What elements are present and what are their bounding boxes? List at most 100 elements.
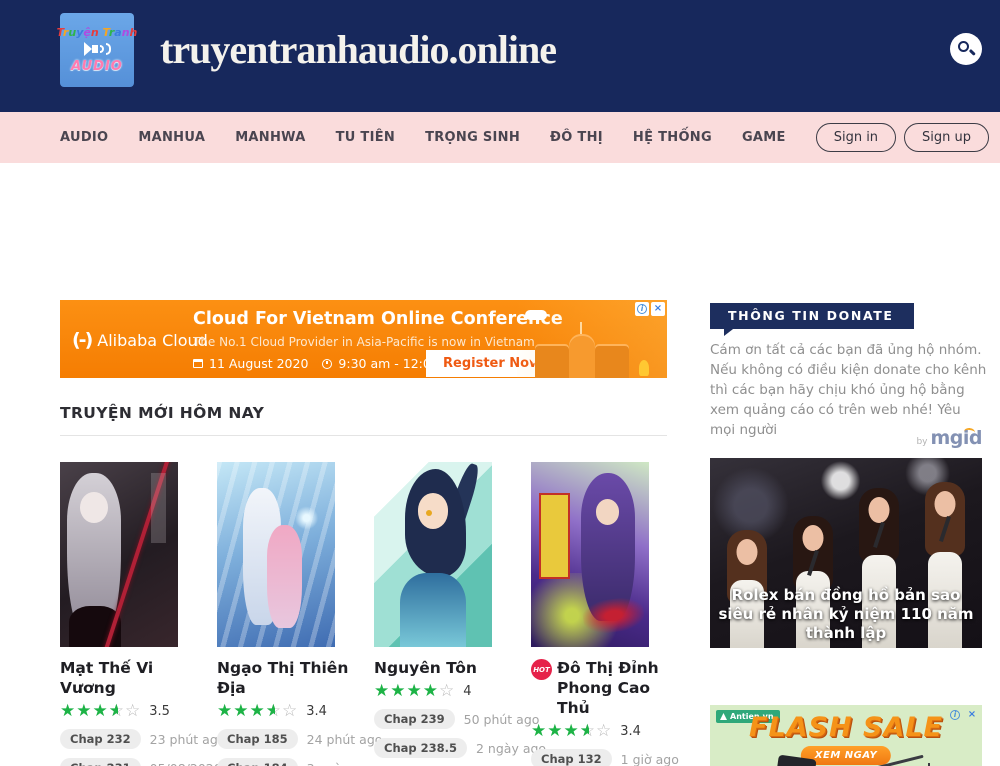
ad-controls: i × — [635, 302, 665, 316]
nav-item-game[interactable]: GAME — [742, 130, 786, 145]
star-icon: ★ — [374, 683, 390, 700]
rating-row: ★★★★☆4 — [374, 683, 521, 700]
nav-item-audio[interactable]: AUDIO — [60, 130, 108, 145]
star-icon: ★ — [93, 703, 109, 720]
chapter-row: Chap 239 50 phút ago — [374, 709, 521, 729]
ad-title: Cloud For Vietnam Online Conference — [193, 309, 563, 329]
main-nav: AUDIO MANHUA MANHWA TU TIÊN TRỌNG SINH Đ… — [0, 112, 1000, 163]
chapter-row: Chap 132 1 giờ ago — [531, 749, 678, 766]
chapter-button[interactable]: Chap 185 — [217, 729, 298, 749]
star-icon: ★ — [390, 683, 406, 700]
flash-sale-ad[interactable]: Antien.vn FLASH SALE XEM NGAY i × — [710, 705, 982, 766]
manga-card: HOT Đô Thị Đỉnh Phong Cao Thủ ★★★☆★☆3.4 … — [531, 462, 678, 766]
chapter-time: 24 phút ago — [307, 732, 383, 747]
ad-info-icon[interactable]: i — [635, 302, 649, 316]
search-button[interactable] — [950, 33, 982, 65]
rating-value: 3.4 — [306, 704, 327, 719]
site-title[interactable]: truyentranhaudio.online — [160, 26, 556, 73]
star-icon: ☆ — [125, 703, 141, 720]
clock-icon — [322, 359, 332, 369]
manga-card: Mạt Thế Vi Vương ★★★☆★☆3.5 Chap 232 23 p… — [60, 462, 207, 766]
star-half-icon: ☆★ — [266, 703, 282, 720]
manga-card: Ngạo Thị Thiên Địa ★★★☆★☆3.4 Chap 185 24… — [217, 462, 364, 766]
ad-info-icon[interactable]: i — [948, 708, 962, 722]
chapter-button[interactable]: Chap 238.5 — [374, 738, 467, 758]
manga-cover[interactable] — [374, 462, 492, 647]
star-icon: ★ — [250, 703, 266, 720]
star-icon: ★ — [547, 723, 563, 740]
auth-buttons: Sign in Sign up — [816, 123, 989, 152]
rating-value: 4 — [463, 684, 471, 699]
sign-in-button[interactable]: Sign in — [816, 123, 896, 152]
chapter-time: 23 phút ago — [150, 732, 226, 747]
rating-row: ★★★☆★☆3.4 — [531, 723, 678, 740]
manga-card-grid: Mạt Thế Vi Vương ★★★☆★☆3.5 Chap 232 23 p… — [60, 462, 688, 766]
chapter-time: 50 phút ago — [464, 712, 540, 727]
manga-cover[interactable] — [217, 462, 335, 647]
chapter-button[interactable]: Chap 231 — [60, 758, 141, 766]
hot-badge: HOT — [531, 659, 552, 680]
manga-cover[interactable] — [60, 462, 178, 647]
donate-banner: THÔNG TIN DONATE — [710, 303, 914, 329]
chapter-row: Chap 232 23 phút ago — [60, 729, 207, 749]
manga-card: Nguyên Tôn ★★★★☆4 Chap 239 50 phút ago C… — [374, 462, 521, 766]
chapter-row: Chap 184 3 ngày ago — [217, 758, 364, 766]
rating-row: ★★★☆★☆3.5 — [60, 703, 207, 720]
star-icon: ★ — [217, 703, 233, 720]
star-icon: ★ — [531, 723, 547, 740]
logo-text-top: Truyện Tranh — [57, 26, 138, 39]
manga-title[interactable]: Mạt Thế Vi Vương — [60, 658, 207, 698]
star-icon: ☆ — [439, 683, 455, 700]
chapter-button[interactable]: Chap 132 — [531, 749, 612, 766]
chapter-button[interactable]: Chap 239 — [374, 709, 455, 729]
chapter-time: 3 ngày ago — [307, 761, 377, 766]
ad-close-icon[interactable]: × — [965, 708, 979, 722]
star-icon: ★ — [564, 723, 580, 740]
star-icon: ★ — [60, 703, 76, 720]
alibaba-cloud-logo: (-) Alibaba Cloud — [72, 329, 208, 351]
ad-close-icon[interactable]: × — [651, 302, 665, 316]
rating-value: 3.4 — [620, 724, 641, 739]
nav-item-manhwa[interactable]: MANHWA — [235, 130, 305, 145]
mgid-logo: mgid — [930, 427, 982, 449]
chapter-button[interactable]: Chap 232 — [60, 729, 141, 749]
alibaba-ad-banner[interactable]: (-) Alibaba Cloud Cloud For Vietnam Onli… — [60, 300, 667, 378]
manga-title[interactable]: Nguyên Tôn — [374, 658, 477, 678]
sign-up-button[interactable]: Sign up — [904, 123, 989, 152]
star-icon: ★ — [76, 703, 92, 720]
ad-attribution[interactable]: bymgid — [710, 427, 982, 449]
manga-title[interactable]: Ngạo Thị Thiên Địa — [217, 658, 364, 698]
page: Truyện Tranh AUDIO truyentranhaudio.onli… — [0, 0, 1000, 766]
manga-title[interactable]: Đô Thị Đỉnh Phong Cao Thủ — [557, 658, 678, 718]
nav-item-tu-tien[interactable]: TU TIÊN — [336, 130, 396, 145]
chapter-row: Chap 238.5 2 ngày ago — [374, 738, 521, 758]
mgid-by-label: by — [916, 437, 927, 447]
section-title: TRUYỆN MỚI HÔM NAY — [60, 404, 264, 422]
star-half-icon: ☆★ — [109, 703, 125, 720]
site-logo[interactable]: Truyện Tranh AUDIO — [60, 13, 134, 87]
ad-date: 11 August 2020 — [209, 356, 308, 371]
donate-banner-tail — [724, 326, 737, 336]
rating-row: ★★★☆★☆3.4 — [217, 703, 364, 720]
nav-item-do-thi[interactable]: ĐÔ THỊ — [550, 130, 603, 145]
chapter-time: 1 giờ ago — [621, 752, 679, 766]
flash-sale-title: FLASH SALE — [710, 712, 982, 743]
nav-item-trong-sinh[interactable]: TRỌNG SINH — [425, 130, 520, 145]
star-icon: ☆ — [596, 723, 612, 740]
chapter-row: Chap 231 05/08/2020 — [60, 758, 207, 766]
chapter-button[interactable]: Chap 184 — [217, 758, 298, 766]
nav-item-he-thong[interactable]: HỆ THỐNG — [633, 130, 712, 145]
section-header: TRUYỆN MỚI HÔM NAY — [60, 403, 667, 436]
chapter-time: 05/08/2020 — [150, 761, 222, 766]
logo-text-audio: AUDIO — [71, 59, 123, 74]
chapter-row: Chap 185 24 phút ago — [217, 729, 364, 749]
nav-item-manhua[interactable]: MANHUA — [138, 130, 205, 145]
rolex-ad-caption: Rolex bán đồng hồ bản sao siêu rẻ nhân k… — [716, 586, 976, 643]
search-icon — [958, 41, 969, 52]
ad-controls: i × — [948, 708, 979, 722]
rolex-ad[interactable]: Rolex bán đồng hồ bản sao siêu rẻ nhân k… — [710, 458, 982, 648]
calendar-icon — [193, 359, 203, 368]
site-header: Truyện Tranh AUDIO truyentranhaudio.onli… — [0, 0, 1000, 112]
star-icon: ★ — [233, 703, 249, 720]
manga-cover[interactable] — [531, 462, 649, 647]
